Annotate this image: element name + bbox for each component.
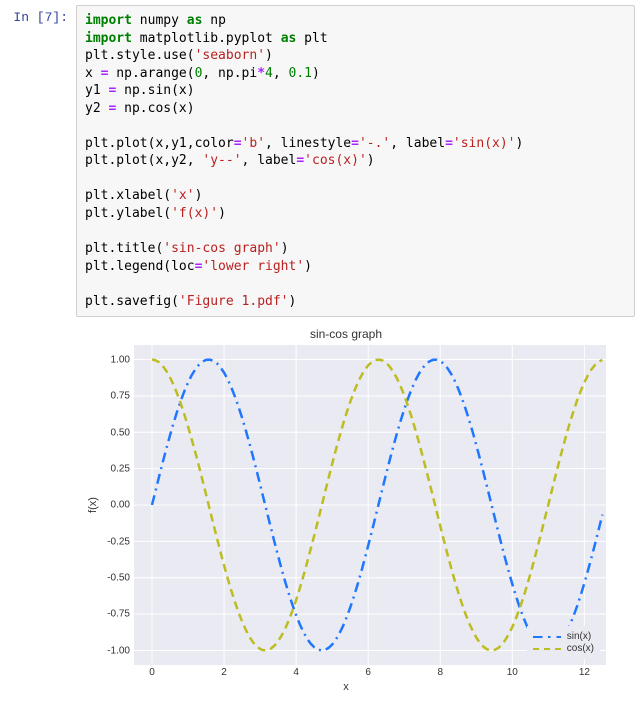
chart: sin-cos graph f(x) -1.00-0.75-0.50-0.250… [86,327,606,693]
legend: sin(x) cos(x) [527,626,600,659]
code-cell: In [7]: import numpy as np import matplo… [0,0,641,317]
legend-swatch-cos [533,648,561,650]
input-prompt: In [7]: [0,5,76,25]
output-area: sin-cos graph f(x) -1.00-0.75-0.50-0.250… [76,317,641,703]
x-axis-ticks: 024681012 [134,665,606,679]
code-input[interactable]: import numpy as np import matplotlib.pyp… [76,5,635,317]
y-axis-label: f(x) [86,345,100,665]
plot-area: sin(x) cos(x) [134,345,606,665]
legend-item-cos: cos(x) [533,643,594,654]
x-axis-label: x [86,681,606,693]
y-axis-ticks: -1.00-0.75-0.50-0.250.000.250.500.751.00 [100,345,134,665]
legend-item-sin: sin(x) [533,631,594,642]
legend-swatch-sin [533,636,561,638]
chart-title: sin-cos graph [86,327,606,341]
